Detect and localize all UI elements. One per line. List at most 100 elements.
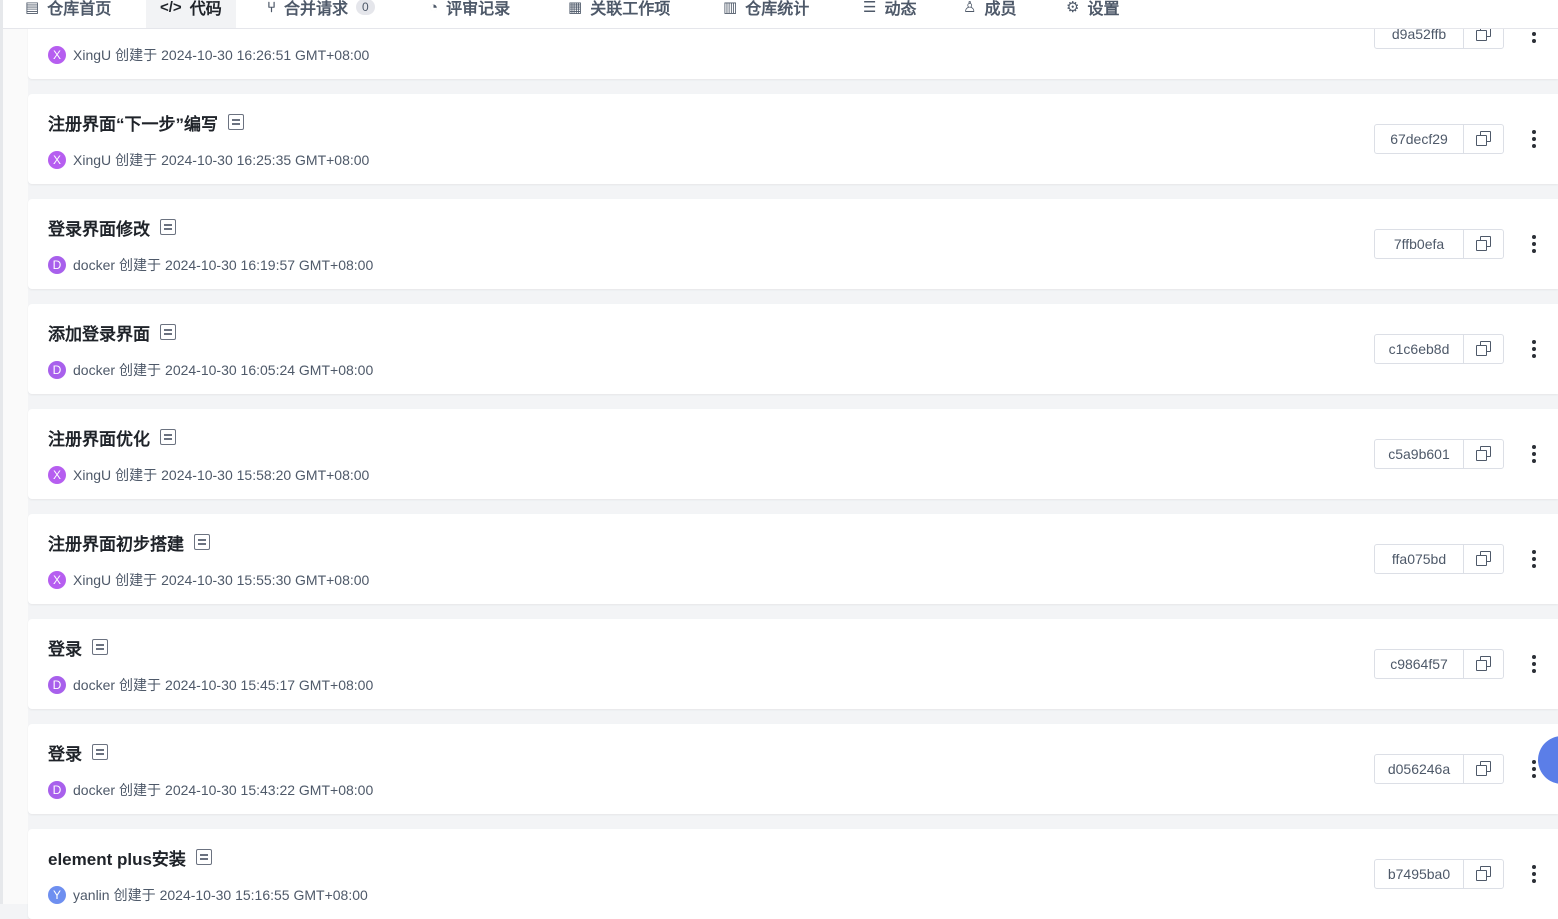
- commit-hash-group: c9864f57: [1374, 649, 1504, 679]
- copy-hash-button[interactable]: [1464, 650, 1503, 678]
- more-actions-button[interactable]: [1523, 859, 1545, 889]
- tab-merge-requests[interactable]: ⑂ 合并请求 0: [267, 0, 375, 28]
- created-label: 创建于: [113, 887, 156, 903]
- commit-card: 注册界面“下一步”编写 X XingU 创建于 2024-10-30 16:25…: [28, 94, 1558, 184]
- commit-detail-icon[interactable]: [195, 849, 212, 865]
- commit-detail-icon[interactable]: [92, 639, 108, 655]
- commit-hash-group: c5a9b601: [1374, 439, 1504, 469]
- commit-title[interactable]: 添加登录界面: [48, 320, 150, 345]
- commit-hash[interactable]: c5a9b601: [1375, 440, 1464, 468]
- copy-icon: [1475, 865, 1493, 883]
- commit-title[interactable]: 注册界面优化: [48, 425, 150, 450]
- commit-title[interactable]: 登录: [48, 635, 82, 660]
- commit-title-row: 登录界面修改: [48, 215, 176, 239]
- tab-label: 设置: [1087, 1, 1120, 18]
- tab-label: 成员: [984, 1, 1017, 18]
- avatar: D: [48, 676, 66, 694]
- commit-author: yanlin: [73, 887, 110, 903]
- more-actions-button[interactable]: [1523, 334, 1545, 364]
- tab-members[interactable]: ♙ 成员: [963, 0, 1016, 28]
- commit-hash[interactable]: 67decf29: [1375, 125, 1464, 153]
- commit-detail-icon[interactable]: [194, 534, 210, 550]
- commit-author: XingU: [73, 152, 112, 168]
- gear-icon: ⚙: [1066, 0, 1080, 16]
- tab-label: 仓库统计: [745, 1, 810, 18]
- copy-hash-button[interactable]: [1464, 125, 1503, 153]
- created-label: 创建于: [115, 47, 158, 63]
- commit-meta: X XingU 创建于 2024-10-30 16:26:51 GMT+08:0…: [48, 45, 369, 65]
- commit-title-row: 登录: [48, 635, 108, 659]
- copy-hash-button[interactable]: [1464, 230, 1503, 258]
- copy-icon: [1475, 760, 1493, 778]
- more-actions-button[interactable]: [1523, 124, 1545, 154]
- commit-time: 2024-10-30 16:05:24 GMT+08:00: [165, 362, 374, 378]
- commit-detail-icon[interactable]: [160, 429, 176, 445]
- commit-detail-icon[interactable]: [228, 114, 244, 130]
- more-actions-button[interactable]: [1523, 544, 1545, 574]
- tab-repo-stats[interactable]: ▥ 仓库统计: [723, 0, 809, 28]
- commit-meta: Y yanlin 创建于 2024-10-30 15:16:55 GMT+08:…: [48, 885, 368, 905]
- copy-hash-button[interactable]: [1464, 755, 1503, 783]
- commit-title[interactable]: 注册界面初步搭建: [48, 530, 184, 555]
- more-dot: [1532, 452, 1536, 456]
- more-actions-button[interactable]: [1523, 229, 1545, 259]
- commit-title[interactable]: element plus安装: [48, 845, 186, 870]
- commit-hash[interactable]: b7495ba0: [1375, 860, 1464, 888]
- commit-author: docker: [73, 677, 116, 693]
- copy-hash-button[interactable]: [1464, 440, 1503, 468]
- tab-review-records[interactable]: ◔ 评审记录: [429, 0, 510, 28]
- commit-meta: X XingU 创建于 2024-10-30 15:58:20 GMT+08:0…: [48, 465, 369, 485]
- copy-hash-button[interactable]: [1464, 545, 1503, 573]
- doc-icon: ▤: [25, 0, 40, 16]
- commit-meta: D docker 创建于 2024-10-30 16:05:24 GMT+08:…: [48, 360, 373, 380]
- tab-code[interactable]: </> 代码: [146, 0, 236, 28]
- avatar: Y: [48, 886, 66, 904]
- more-actions-button[interactable]: [1523, 649, 1545, 679]
- commit-title-row: 添加登录界面: [48, 320, 176, 344]
- commit-title[interactable]: 登录界面修改: [48, 215, 150, 240]
- commit-detail-icon[interactable]: [160, 324, 176, 340]
- avatar: X: [48, 46, 66, 64]
- more-dot: [1532, 767, 1536, 771]
- commit-time: 2024-10-30 15:55:30 GMT+08:00: [161, 572, 370, 588]
- created-label: 创建于: [119, 257, 162, 273]
- list-icon: ☰: [863, 0, 877, 16]
- more-dot: [1532, 340, 1536, 344]
- copy-hash-button[interactable]: [1464, 860, 1503, 888]
- user-icon: ♙: [963, 0, 977, 16]
- more-dot: [1532, 354, 1536, 358]
- avatar: X: [48, 571, 66, 589]
- commit-detail-icon[interactable]: [160, 219, 176, 235]
- more-dot: [1532, 557, 1536, 561]
- commit-hash[interactable]: ffa075bd: [1375, 545, 1464, 573]
- commit-meta: D docker 创建于 2024-10-30 15:45:17 GMT+08:…: [48, 675, 373, 695]
- more-dot: [1532, 774, 1536, 778]
- commit-author: XingU: [73, 467, 112, 483]
- commit-hash[interactable]: c1c6eb8d: [1375, 335, 1464, 363]
- tab-work-items[interactable]: ▦ 关联工作项: [568, 0, 670, 28]
- tab-repo-home[interactable]: ▤ 仓库首页: [25, 0, 111, 28]
- more-dot: [1532, 564, 1536, 568]
- more-actions-button[interactable]: [1523, 439, 1545, 469]
- commit-title[interactable]: 登录: [48, 740, 82, 765]
- commit-title[interactable]: 注册界面“下一步”编写: [48, 110, 218, 135]
- tab-activity[interactable]: ☰ 动态: [863, 0, 916, 28]
- commit-title-row: 注册界面“下一步”编写: [48, 110, 244, 134]
- tab-settings[interactable]: ⚙ 设置: [1066, 0, 1119, 28]
- tab-label: 动态: [884, 1, 917, 18]
- more-dot: [1532, 655, 1536, 659]
- more-dot: [1532, 39, 1536, 43]
- avatar: X: [48, 151, 66, 169]
- commit-time: 2024-10-30 16:25:35 GMT+08:00: [161, 152, 370, 168]
- commit-card: element plus安装 Y yanlin 创建于 2024-10-30 1…: [28, 829, 1558, 919]
- commit-hash[interactable]: 7ffb0efa: [1375, 230, 1464, 258]
- commit-hash[interactable]: d056246a: [1375, 755, 1464, 783]
- commit-detail-icon[interactable]: [92, 744, 108, 760]
- commit-author: XingU: [73, 47, 112, 63]
- copy-icon: [1475, 235, 1493, 253]
- commit-hash-group: ffa075bd: [1374, 544, 1504, 574]
- created-label: 创建于: [115, 572, 158, 588]
- copy-hash-button[interactable]: [1464, 335, 1503, 363]
- commit-hash[interactable]: c9864f57: [1375, 650, 1464, 678]
- commit-hash-group: 67decf29: [1374, 124, 1504, 154]
